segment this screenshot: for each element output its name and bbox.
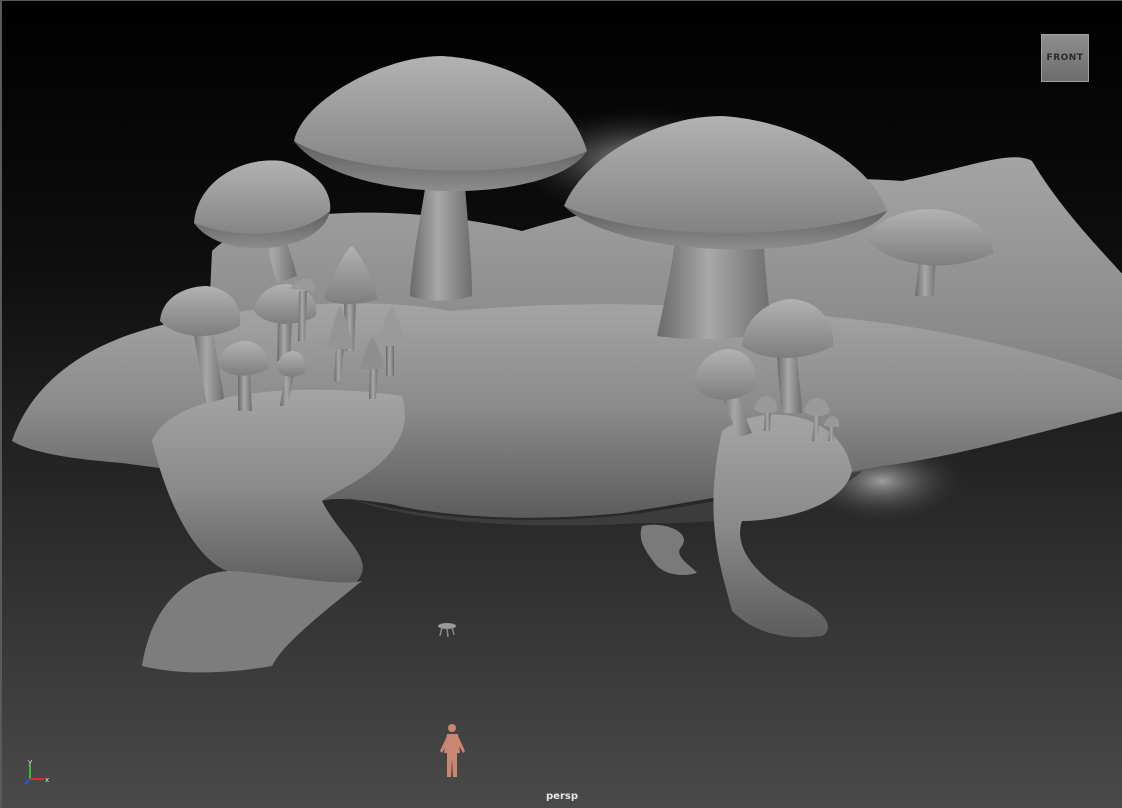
human-reference-figure: [440, 724, 465, 777]
small-stool-prop: [438, 623, 456, 638]
view-cube-front[interactable]: FRONT: [1041, 34, 1089, 82]
axis-gizmo-icon: y x: [24, 758, 49, 785]
camera-name-label: persp: [546, 791, 578, 802]
scene-render[interactable]: [2, 1, 1122, 808]
axis-y-label: y: [28, 758, 32, 766]
3d-viewport[interactable]: FRONT y x persp: [0, 0, 1122, 808]
axis-x-label: x: [45, 776, 49, 784]
